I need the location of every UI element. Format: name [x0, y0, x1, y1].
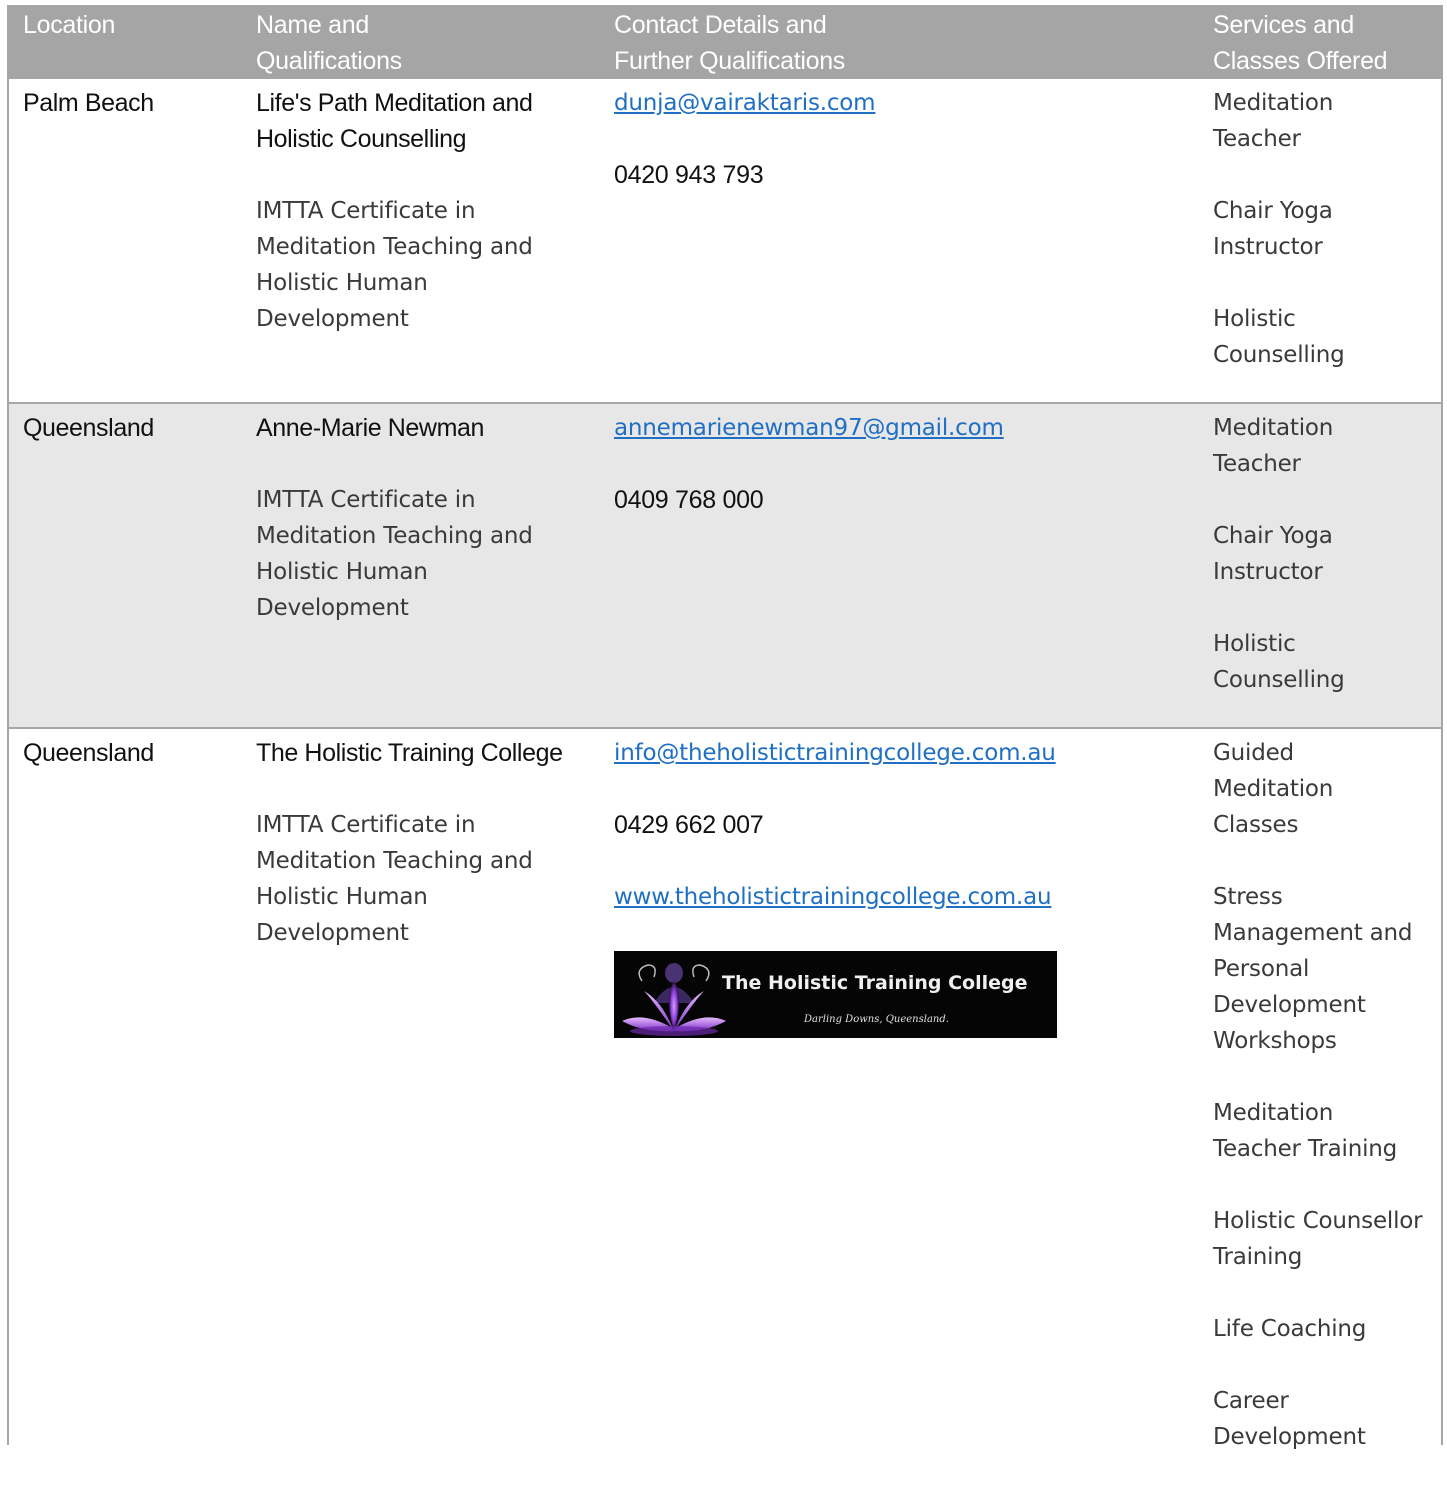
contact-cell: info@theholistictrainingcollege.com.au 0…	[614, 729, 1194, 1038]
table-header: Location Name and Qualifications Contact…	[9, 7, 1441, 79]
service-item: Chair Yoga Instructor	[1213, 198, 1333, 260]
name-cell: The Holistic Training College IMTTA Cert…	[256, 729, 601, 951]
table-row: Queensland Anne-Marie Newman IMTTA Certi…	[9, 404, 1441, 729]
website-link[interactable]: www.theholistictrainingcollege.com.au	[614, 879, 1052, 915]
name-cell: Anne-Marie Newman IMTTA Certificate in M…	[256, 404, 601, 626]
providers-table: Location Name and Qualifications Contact…	[7, 5, 1443, 1450]
qualification-text: IMTTA Certificate in Meditation Teaching…	[256, 487, 533, 621]
service-item: Chair Yoga Instructor	[1213, 523, 1333, 585]
provider-name: Life's Path Meditation and Holistic Coun…	[256, 89, 533, 153]
location-text: Queensland	[23, 739, 154, 767]
college-logo[interactable]: The Holistic Training College Darling Do…	[614, 951, 1057, 1038]
service-item: Holistic Counsellor Training	[1213, 1208, 1423, 1270]
table-row: Palm Beach Life's Path Meditation and Ho…	[9, 79, 1441, 404]
service-item: Holistic Counselling	[1213, 306, 1345, 368]
logo-title: The Holistic Training College	[722, 972, 1028, 994]
service-item: Meditation Teacher Training	[1213, 1100, 1398, 1162]
service-item: Guided Meditation Classes	[1213, 740, 1334, 838]
email-link[interactable]: dunja@vairaktaris.com	[614, 85, 876, 121]
phone-number: 0409 768 000	[614, 486, 764, 514]
table-row: Queensland The Holistic Training College…	[9, 729, 1441, 1450]
email-link[interactable]: info@theholistictrainingcollege.com.au	[614, 735, 1056, 771]
services-cell: Meditation Teacher Chair Yoga Instructor…	[1213, 79, 1441, 409]
location-text: Palm Beach	[23, 89, 154, 117]
header-contact: Contact Details and Further Qualificatio…	[614, 11, 845, 75]
contact-cell: dunja@vairaktaris.com 0420 943 793	[614, 79, 1194, 193]
email-link[interactable]: annemarienewman97@gmail.com	[614, 410, 1004, 446]
logo-subtitle: Darling Downs, Queensland.	[804, 1014, 949, 1025]
location-cell: Palm Beach	[23, 79, 243, 121]
service-item: Career Development	[1213, 1388, 1366, 1450]
phone-number: 0420 943 793	[614, 161, 764, 189]
header-services: Services and Classes Offered	[1213, 11, 1388, 75]
contact-cell: annemarienewman97@gmail.com 0409 768 000	[614, 404, 1194, 518]
name-cell: Life's Path Meditation and Holistic Coun…	[256, 79, 601, 337]
services-cell: Guided Meditation Classes Stress Managem…	[1213, 729, 1441, 1491]
services-cell: Meditation Teacher Chair Yoga Instructor…	[1213, 404, 1441, 734]
provider-name: The Holistic Training College	[256, 739, 563, 767]
provider-name: Anne-Marie Newman	[256, 414, 485, 442]
phone-number: 0429 662 007	[614, 811, 764, 839]
header-location: Location	[23, 11, 116, 39]
qualification-text: IMTTA Certificate in Meditation Teaching…	[256, 198, 533, 332]
location-text: Queensland	[23, 414, 154, 442]
service-item: Stress Management and Personal Developme…	[1213, 884, 1413, 1054]
header-name: Name and Qualifications	[256, 11, 402, 75]
service-item: Life Coaching	[1213, 1316, 1367, 1342]
location-cell: Queensland	[23, 729, 243, 771]
service-item: Holistic Counselling	[1213, 631, 1345, 693]
qualification-text: IMTTA Certificate in Meditation Teaching…	[256, 812, 533, 946]
location-cell: Queensland	[23, 404, 243, 446]
service-item: Meditation Teacher	[1213, 415, 1334, 477]
service-item: Meditation Teacher	[1213, 90, 1334, 152]
